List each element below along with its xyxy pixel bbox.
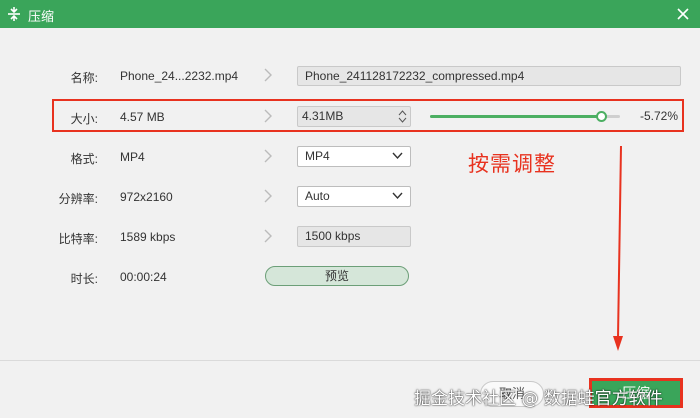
bitrate-label: 比特率: [58, 232, 98, 246]
size-row-highlight [52, 99, 684, 132]
chevron-right-icon [264, 189, 272, 203]
output-name-field[interactable]: Phone_241128172232_compressed.mp4 [297, 66, 681, 86]
watermark: 掘金技术社区 @ 数据蛙官方软件 [414, 389, 663, 409]
original-resolution: 972x2160 [120, 190, 173, 204]
chevron-down-icon [392, 192, 403, 200]
close-icon[interactable] [672, 3, 694, 25]
bitrate-field[interactable]: 1500 kbps [297, 226, 411, 247]
chevron-right-icon [264, 68, 272, 82]
chevron-right-icon [264, 149, 272, 163]
chevron-right-icon [264, 229, 272, 243]
original-bitrate: 1589 kbps [120, 230, 176, 244]
compress-icon [8, 7, 20, 21]
annotation-text: 按需调整 [468, 152, 556, 176]
chevron-down-icon [392, 152, 403, 160]
format-label: 格式: [70, 152, 98, 166]
compress-dialog: 压缩 名称: Phone_24...2232.mp4 Phone_2411281… [0, 0, 700, 418]
resolution-select[interactable]: Auto [297, 186, 411, 207]
resolution-label: 分辨率: [58, 192, 98, 206]
name-label: 名称: [70, 71, 98, 85]
footer-divider [0, 360, 700, 361]
original-format: MP4 [120, 150, 145, 164]
original-duration: 00:00:24 [120, 270, 167, 284]
format-select[interactable]: MP4 [297, 146, 411, 167]
format-select-value: MP4 [305, 149, 330, 163]
duration-label: 时长: [70, 272, 98, 286]
resolution-select-value: Auto [305, 189, 330, 203]
window-title: 压缩 [28, 9, 55, 24]
original-name: Phone_24...2232.mp4 [120, 69, 239, 83]
arrow-down-icon [613, 146, 623, 351]
title-bar: 压缩 [0, 0, 700, 28]
preview-button[interactable]: 预览 [265, 266, 409, 286]
